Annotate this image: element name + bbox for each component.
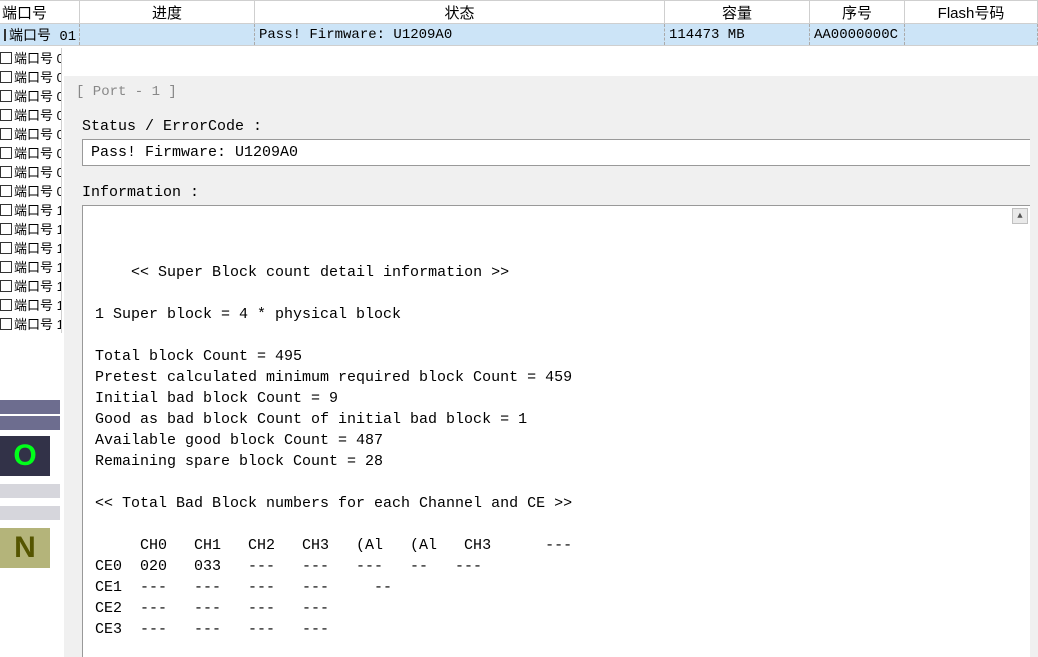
status-badge: N	[0, 528, 50, 568]
port-label: 端口号 12	[14, 238, 61, 257]
scroll-up-icon[interactable]: ▲	[1012, 208, 1028, 224]
cell-status: Pass! Firmware: U1209A0	[255, 24, 665, 45]
list-item[interactable]: 端口号 07	[0, 143, 61, 162]
list-item[interactable]: 端口号 06	[0, 124, 61, 143]
checkbox-icon[interactable]	[0, 280, 12, 292]
list-item[interactable]: 端口号 04	[0, 86, 61, 105]
port-label: 端口号 11	[14, 219, 61, 238]
port-text: 端口号 01	[9, 25, 76, 45]
checkbox-icon[interactable]	[4, 29, 6, 41]
header-port[interactable]: 端口号	[0, 1, 80, 23]
port-label: 端口号 10	[14, 200, 61, 219]
cell-flash	[905, 24, 1038, 45]
cell-progress	[80, 24, 255, 45]
list-item[interactable]: 端口号 14	[0, 276, 61, 295]
indicator-area: O N	[0, 400, 60, 568]
checkbox-icon[interactable]	[0, 71, 12, 83]
port-label: 端口号 16	[14, 314, 61, 333]
checkbox-icon[interactable]	[0, 185, 12, 197]
cell-capacity: 114473 MB	[665, 24, 810, 45]
list-item[interactable]: 端口号 02	[0, 48, 61, 67]
checkbox-icon[interactable]	[0, 318, 12, 330]
port-label: 端口号 09	[14, 181, 61, 200]
checkbox-icon[interactable]	[0, 204, 12, 216]
checkbox-icon[interactable]	[0, 261, 12, 273]
header-capacity[interactable]: 容量	[665, 1, 810, 23]
port-label: 端口号 03	[14, 67, 61, 86]
status-label: Status / ErrorCode :	[82, 118, 1030, 135]
checkbox-icon[interactable]	[0, 242, 12, 254]
cell-port: 端口号 01	[0, 24, 80, 45]
port-label: 端口号 06	[14, 124, 61, 143]
info-box[interactable]: ▲ << Super Block count detail informatio…	[82, 205, 1030, 657]
list-item[interactable]: 端口号 13	[0, 257, 61, 276]
checkbox-icon[interactable]	[0, 52, 12, 64]
list-item[interactable]: 端口号 03	[0, 67, 61, 86]
header-status[interactable]: 状态	[255, 1, 665, 23]
checkbox-icon[interactable]	[0, 223, 12, 235]
checkbox-icon[interactable]	[0, 166, 12, 178]
status-bar	[0, 484, 60, 498]
port-label: 端口号 04	[14, 86, 61, 105]
list-item[interactable]: 端口号 11	[0, 219, 61, 238]
list-item[interactable]: 端口号 10	[0, 200, 61, 219]
port-label: 端口号 13	[14, 257, 61, 276]
checkbox-icon[interactable]	[0, 128, 12, 140]
list-item[interactable]: 端口号 15	[0, 295, 61, 314]
list-item[interactable]: 端口号 12	[0, 238, 61, 257]
detail-panel: [ Port - 1 ] Status / ErrorCode : Pass! …	[64, 76, 1038, 657]
checkbox-icon[interactable]	[0, 90, 12, 102]
panel-title: [ Port - 1 ]	[76, 84, 1030, 100]
cell-serial: AA0000000C	[810, 24, 905, 45]
status-bar	[0, 400, 60, 414]
port-list: 端口号 02 端口号 03 端口号 04 端口号 05 端口号 06 端口号 0…	[0, 48, 62, 333]
header-flash[interactable]: Flash号码	[905, 1, 1038, 23]
list-item[interactable]: 端口号 05	[0, 105, 61, 124]
info-label: Information :	[82, 184, 1030, 201]
port-label: 端口号 15	[14, 295, 61, 314]
list-item[interactable]: 端口号 08	[0, 162, 61, 181]
status-badge: O	[0, 436, 50, 476]
port-label: 端口号 07	[14, 143, 61, 162]
checkbox-icon[interactable]	[0, 147, 12, 159]
checkbox-icon[interactable]	[0, 109, 12, 121]
port-label: 端口号 05	[14, 105, 61, 124]
header-serial[interactable]: 序号	[810, 1, 905, 23]
status-bar	[0, 416, 60, 430]
port-label: 端口号 08	[14, 162, 61, 181]
list-item[interactable]: 端口号 16	[0, 314, 61, 333]
table-row[interactable]: 端口号 01 Pass! Firmware: U1209A0 114473 MB…	[0, 24, 1038, 46]
info-body: << Super Block count detail information …	[95, 264, 572, 657]
port-label: 端口号 02	[14, 48, 61, 67]
checkbox-icon[interactable]	[0, 299, 12, 311]
status-bar	[0, 506, 60, 520]
list-item[interactable]: 端口号 09	[0, 181, 61, 200]
status-box: Pass! Firmware: U1209A0	[82, 139, 1030, 166]
header-progress[interactable]: 进度	[80, 1, 255, 23]
port-label: 端口号 14	[14, 276, 61, 295]
grid-header: 端口号 进度 状态 容量 序号 Flash号码	[0, 0, 1038, 24]
